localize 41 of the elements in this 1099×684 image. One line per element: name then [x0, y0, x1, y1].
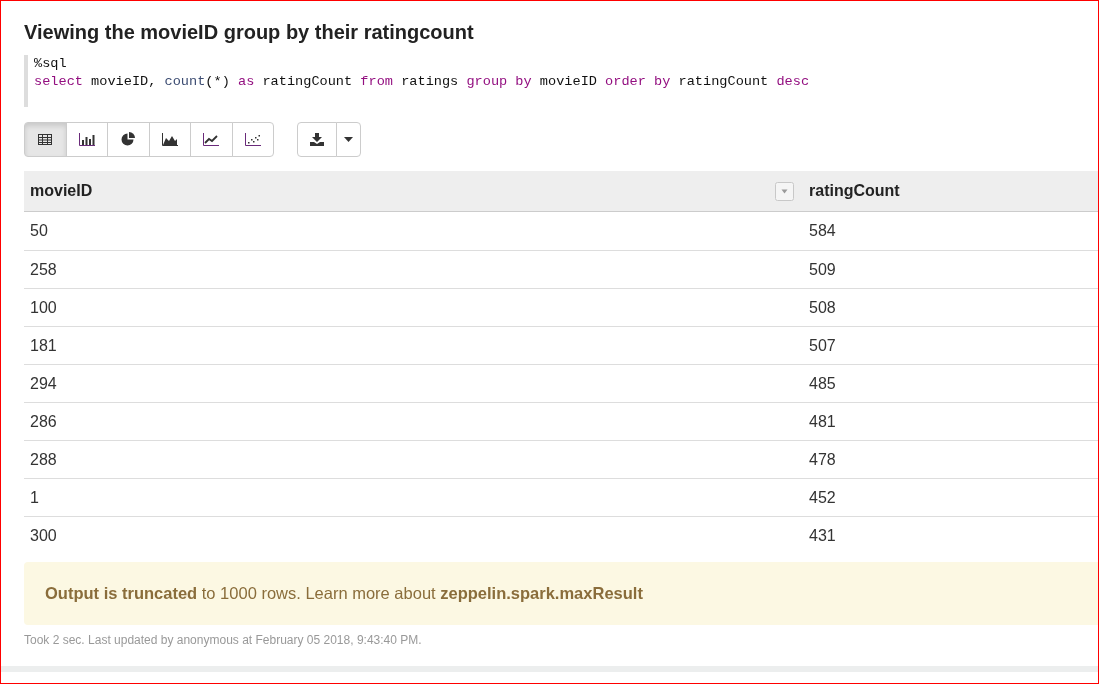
- pie-chart-button[interactable]: [107, 122, 150, 157]
- code-line: %sql: [34, 55, 67, 73]
- table-cell-text: 286: [30, 411, 57, 432]
- caret-icon: [344, 137, 353, 142]
- table-cell-text: 481: [809, 411, 836, 432]
- bar-chart-button[interactable]: [65, 122, 108, 157]
- table-cell-text: 294: [30, 373, 57, 394]
- table-cell-text: 50: [30, 221, 48, 241]
- status-text: Took 2 sec. Last updated by anonymous at February 05 2018, 9:43:40 PM.: [24, 633, 422, 647]
- table-cell-text: 584: [809, 221, 836, 241]
- table-cell-text: 100: [30, 297, 57, 318]
- table-cell-text: 478: [809, 449, 836, 470]
- area-chart-icon: [161, 133, 178, 146]
- column-header: ratingCount: [809, 181, 900, 201]
- line-chart-icon: [203, 133, 220, 146]
- table-cell-text: 485: [809, 373, 836, 394]
- table-cell-text: 258: [30, 259, 57, 280]
- table-cell-text: 431: [809, 525, 836, 546]
- bar-chart-icon: [78, 133, 95, 146]
- table-cell-text: 452: [809, 487, 836, 508]
- dropdown-button[interactable]: [336, 122, 361, 157]
- download-button[interactable]: [297, 122, 337, 157]
- table-cell-text: 508: [809, 297, 836, 318]
- table-cell-text: 509: [809, 259, 836, 280]
- table-cell-text: 181: [30, 335, 57, 356]
- scatter-chart-button[interactable]: [231, 122, 274, 157]
- pie-chart-icon: [120, 132, 136, 147]
- table-icon: [38, 134, 53, 145]
- table-cell-text: 288: [30, 449, 57, 470]
- table-cell-text: 300: [30, 525, 57, 546]
- table-cell-text: 507: [809, 335, 836, 356]
- paragraph-title: Viewing the movieID group by their ratingcount: [24, 20, 474, 45]
- table-view-button[interactable]: [24, 122, 67, 157]
- area-chart-button[interactable]: [148, 122, 191, 157]
- column-header: movieID: [30, 181, 93, 201]
- table-cell-text: 1: [30, 487, 39, 508]
- download-icon: [310, 133, 324, 146]
- scatter-chart-icon: [244, 133, 261, 146]
- line-chart-button[interactable]: [190, 122, 233, 157]
- code-line: select movieID, count(*) as ratingCount from ratings group by movieID order by ratingCount desc: [34, 73, 810, 91]
- alert-text: Output is truncated to 1000 rows. Learn more about zeppelin.spark.maxResult: [45, 583, 643, 605]
